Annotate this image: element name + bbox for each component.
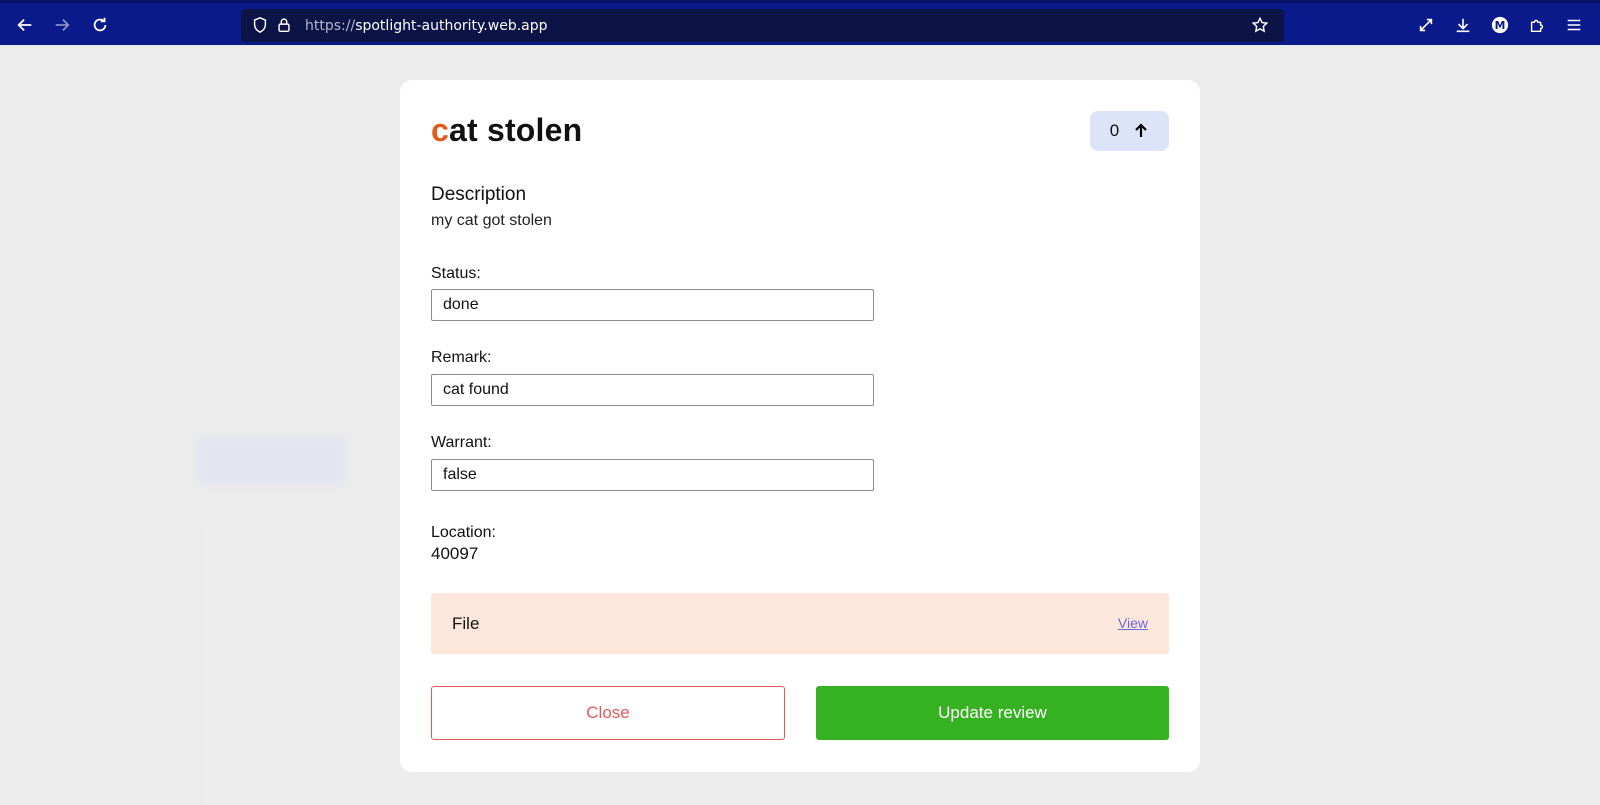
back-icon[interactable] bbox=[12, 12, 38, 38]
remark-input[interactable] bbox=[431, 374, 874, 406]
update-review-button[interactable]: Update review bbox=[816, 686, 1169, 740]
download-icon[interactable] bbox=[1450, 12, 1476, 38]
description-heading: Description bbox=[431, 184, 527, 205]
status-label: Status: bbox=[431, 265, 481, 282]
address-bar[interactable]: https://spotlight-authority.web.app bbox=[241, 9, 1284, 42]
warrant-input[interactable] bbox=[431, 459, 874, 491]
profile-icon[interactable]: M bbox=[1487, 12, 1513, 38]
shield-icon[interactable] bbox=[247, 12, 273, 38]
status-input[interactable] bbox=[431, 289, 874, 321]
file-view-link[interactable]: View bbox=[1118, 615, 1148, 631]
lock-icon[interactable] bbox=[271, 12, 297, 38]
title-rest: at stolen bbox=[449, 112, 583, 148]
warrant-label: Warrant: bbox=[431, 434, 492, 451]
title-accent-letter: c bbox=[431, 112, 449, 148]
file-attachment: File View bbox=[431, 593, 1169, 654]
browser-toolbar: https://spotlight-authority.web.app M bbox=[0, 0, 1600, 45]
extensions-icon[interactable] bbox=[1524, 12, 1550, 38]
forward-icon[interactable] bbox=[49, 12, 75, 38]
url-protocol: https:// bbox=[305, 18, 356, 34]
close-button[interactable]: Close bbox=[431, 686, 785, 740]
review-modal: cat stolen 0 Description my cat got stol… bbox=[400, 80, 1200, 772]
upvote-count: 0 bbox=[1109, 121, 1120, 140]
location-value: 40097 bbox=[431, 544, 479, 563]
remark-label: Remark: bbox=[431, 349, 492, 366]
modal-title: cat stolen bbox=[431, 112, 582, 149]
url-text: https://spotlight-authority.web.app bbox=[305, 18, 548, 34]
arrow-up-icon bbox=[1135, 123, 1148, 137]
url-host: spotlight-authority.web.app bbox=[355, 18, 548, 34]
file-label: File bbox=[452, 614, 480, 633]
reload-icon[interactable] bbox=[87, 12, 113, 38]
location-label: Location: bbox=[431, 524, 496, 541]
menu-icon[interactable] bbox=[1561, 12, 1587, 38]
description-text: my cat got stolen bbox=[431, 212, 552, 229]
star-icon[interactable] bbox=[1247, 12, 1273, 38]
svg-text:M: M bbox=[1495, 19, 1506, 32]
upvote-button[interactable]: 0 bbox=[1090, 111, 1169, 151]
expand-icon[interactable] bbox=[1413, 12, 1439, 38]
background-chip bbox=[196, 435, 346, 487]
